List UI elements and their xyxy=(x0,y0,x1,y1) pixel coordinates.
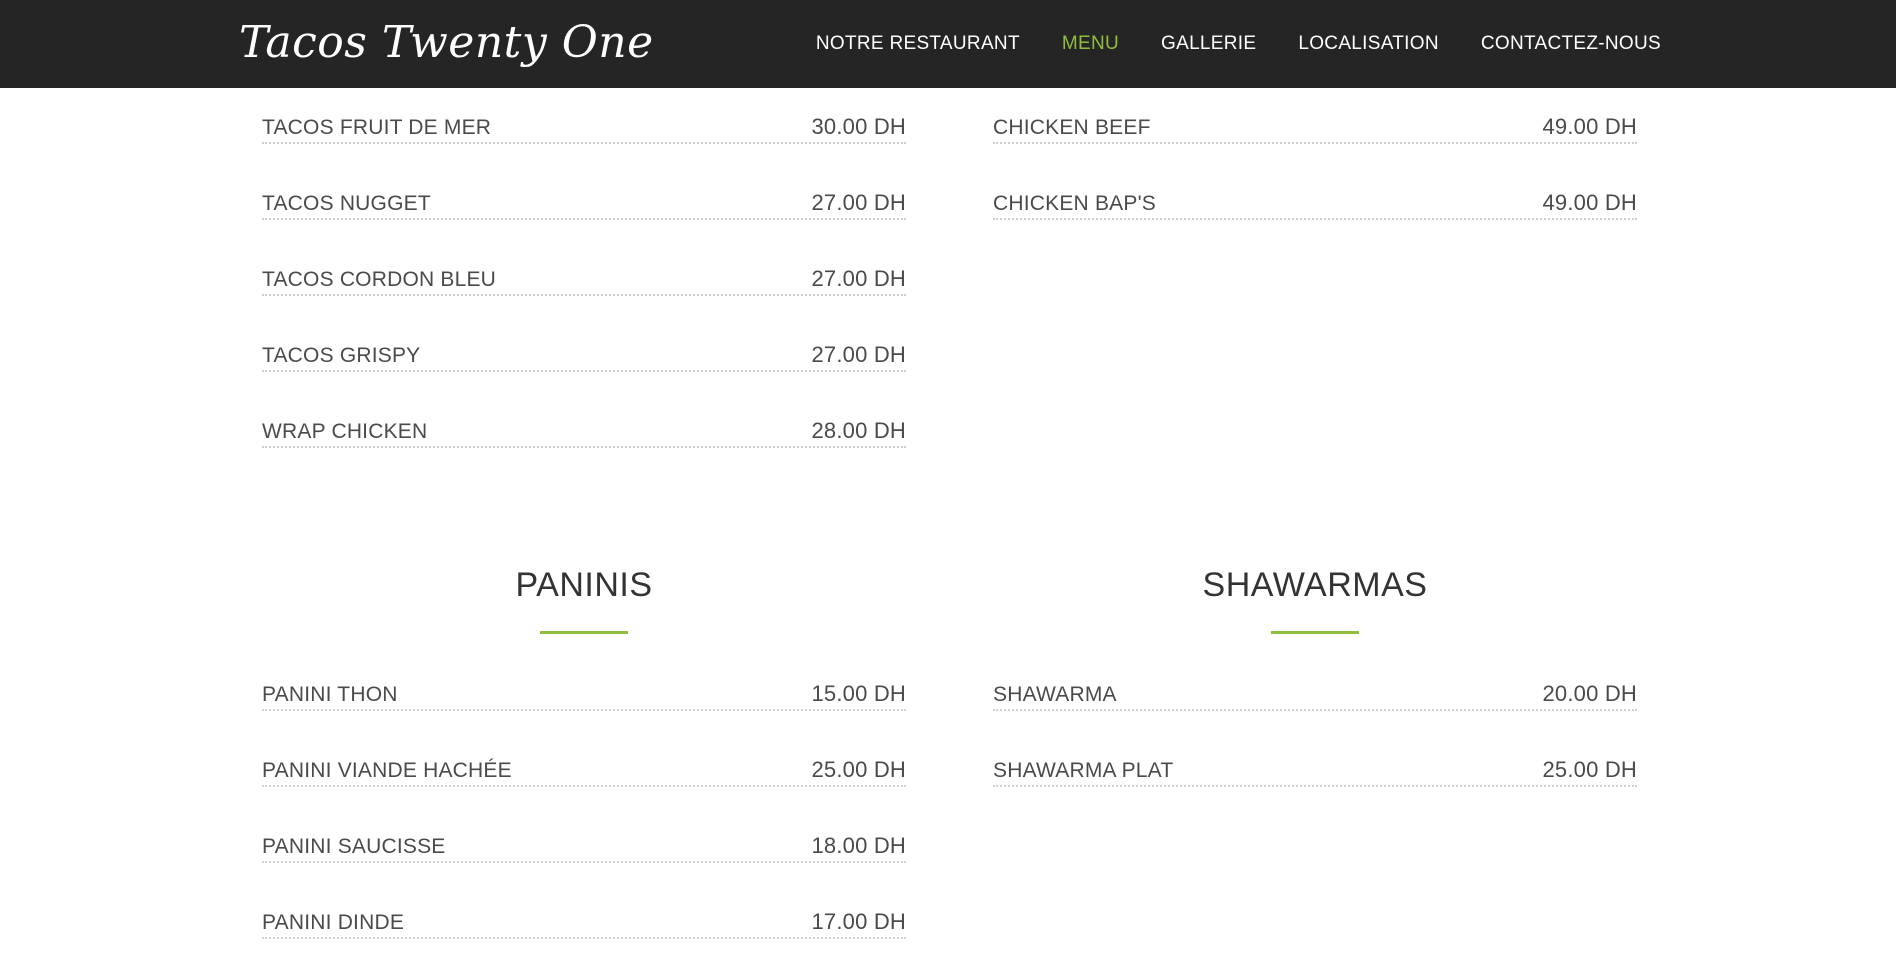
menu-item-row: TACOS GRISPY 27.00 DH xyxy=(262,336,906,372)
menu-item-price: 18.00 DH xyxy=(811,833,906,858)
menu-item-price: 27.00 DH xyxy=(811,266,906,291)
brand-logo[interactable]: Tacos Twenty One xyxy=(239,10,654,76)
menu-item: TACOS NUGGET 27.00 DH xyxy=(262,184,906,260)
menu-item-name: PANINI DINDE xyxy=(262,911,405,934)
menu-item-name: TACOS GRISPY xyxy=(262,344,421,367)
menu-item-row: TACOS FRUIT DE MER 30.00 DH xyxy=(262,108,906,144)
menu-item-row: PANINI THON 15.00 DH xyxy=(262,675,906,711)
menu-item: CHICKEN BEEF 49.00 DH xyxy=(993,108,1637,184)
menu-item-row: PANINI VIANDE HACHÉE 25.00 DH xyxy=(262,751,906,787)
menu-item: SHAWARMA PLAT 25.00 DH xyxy=(993,751,1637,827)
menu-item-row: PANINI SAUCISSE 18.00 DH xyxy=(262,827,906,863)
nav-item-menu[interactable]: MENU xyxy=(1062,33,1119,55)
menu-item-name: SHAWARMA xyxy=(993,683,1117,706)
menu-item-price: 49.00 DH xyxy=(1542,114,1637,139)
menu-item-price: 20.00 DH xyxy=(1542,681,1637,706)
menu-item: SHAWARMA 20.00 DH xyxy=(993,675,1637,751)
menu-item-name: CHICKEN BAP'S xyxy=(993,192,1156,215)
menu-item-price: 27.00 DH xyxy=(811,342,906,367)
menu-item: WRAP CHICKEN 28.00 DH xyxy=(262,412,906,488)
menu-item: PANINI VIANDE HACHÉE 25.00 DH xyxy=(262,751,906,827)
menu-item-price: 15.00 DH xyxy=(811,681,906,706)
menu-item-name: PANINI THON xyxy=(262,683,398,706)
menu-item: TACOS FRUIT DE MER 30.00 DH xyxy=(262,108,906,184)
menu-item-row: WRAP CHICKEN 28.00 DH xyxy=(262,412,906,448)
menu-item-name: TACOS NUGGET xyxy=(262,192,431,215)
section-title-paninis: PANINIS xyxy=(515,566,653,604)
shawarmas-list: SHAWARMA 20.00 DH SHAWARMA PLAT 25.00 DH xyxy=(993,675,1637,827)
menu-item-price: 25.00 DH xyxy=(811,757,906,782)
menu-item-name: TACOS FRUIT DE MER xyxy=(262,116,492,139)
section-title-shawarmas: SHAWARMAS xyxy=(1202,566,1428,604)
menu-item: PANINI SAUCISSE 18.00 DH xyxy=(262,827,906,903)
menu-item-name: SHAWARMA PLAT xyxy=(993,759,1174,782)
section-underline xyxy=(1271,631,1359,634)
menu-item-price: 30.00 DH xyxy=(811,114,906,139)
tacos-list-left: TACOS FRUIT DE MER 30.00 DH TACOS NUGGET… xyxy=(262,108,906,488)
tacos-list-right: CHICKEN BEEF 49.00 DH CHICKEN BAP'S 49.0… xyxy=(993,108,1637,260)
menu-item-row: CHICKEN BAP'S 49.00 DH xyxy=(993,184,1637,220)
nav-item-contactez-nous[interactable]: CONTACTEZ-NOUS xyxy=(1481,33,1661,55)
section-underline xyxy=(540,631,628,634)
menu-item-name: WRAP CHICKEN xyxy=(262,420,428,443)
menu-item: PANINI DINDE 17.00 DH xyxy=(262,903,906,979)
menu-item-price: 27.00 DH xyxy=(811,190,906,215)
menu-item-row: SHAWARMA 20.00 DH xyxy=(993,675,1637,711)
menu-item-row: CHICKEN BEEF 49.00 DH xyxy=(993,108,1637,144)
menu-item-row: PANINI DINDE 17.00 DH xyxy=(262,903,906,939)
menu-item-row: TACOS NUGGET 27.00 DH xyxy=(262,184,906,220)
main-nav: NOTRE RESTAURANT MENU GALLERIE LOCALISAT… xyxy=(816,0,1661,88)
nav-item-gallerie[interactable]: GALLERIE xyxy=(1161,33,1256,55)
menu-item-name: PANINI VIANDE HACHÉE xyxy=(262,759,512,782)
menu-item-name: TACOS CORDON BLEU xyxy=(262,268,497,291)
menu-item-price: 25.00 DH xyxy=(1542,757,1637,782)
menu-item-price: 28.00 DH xyxy=(811,418,906,443)
menu-item-row: TACOS CORDON BLEU 27.00 DH xyxy=(262,260,906,296)
paninis-list: PANINI THON 15.00 DH PANINI VIANDE HACHÉ… xyxy=(262,675,906,979)
menu-item: TACOS CORDON BLEU 27.00 DH xyxy=(262,260,906,336)
menu-item-row: SHAWARMA PLAT 25.00 DH xyxy=(993,751,1637,787)
menu-item-name: CHICKEN BEEF xyxy=(993,116,1151,139)
menu-item: PANINI THON 15.00 DH xyxy=(262,675,906,751)
menu-item-price: 17.00 DH xyxy=(811,909,906,934)
menu-item: TACOS GRISPY 27.00 DH xyxy=(262,336,906,412)
nav-item-localisation[interactable]: LOCALISATION xyxy=(1298,33,1439,55)
menu-item-name: PANINI SAUCISSE xyxy=(262,835,446,858)
menu-item: CHICKEN BAP'S 49.00 DH xyxy=(993,184,1637,260)
menu-item-price: 49.00 DH xyxy=(1542,190,1637,215)
nav-item-notre-restaurant[interactable]: NOTRE RESTAURANT xyxy=(816,33,1020,55)
top-navbar: Tacos Twenty One NOTRE RESTAURANT MENU G… xyxy=(0,0,1896,88)
